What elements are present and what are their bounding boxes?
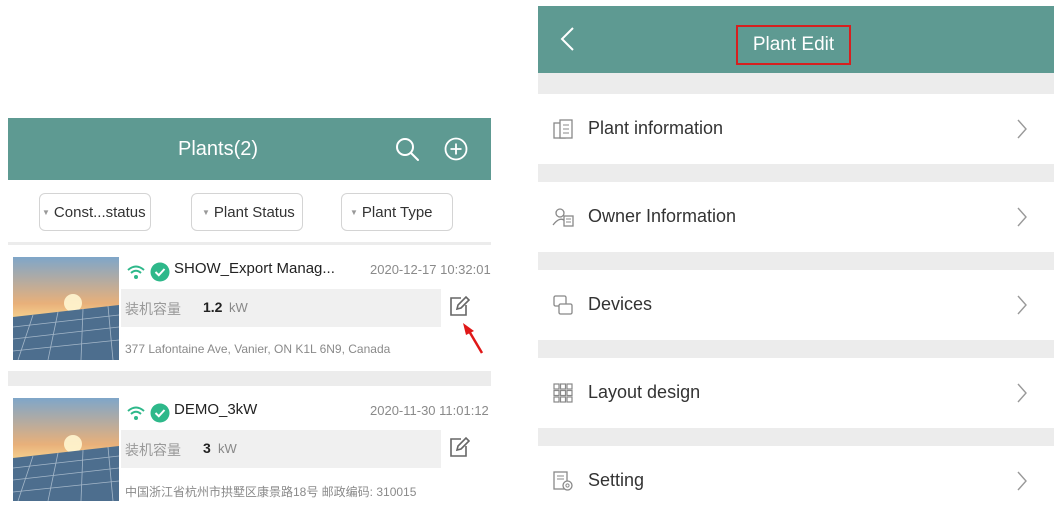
edit-icon[interactable] <box>448 294 471 318</box>
menu-item-label: Setting <box>588 470 645 490</box>
red-arrow-annotation-icon <box>463 323 484 354</box>
plant-type-filter[interactable]: ▼ Plant Type <box>341 193 453 231</box>
menu-item-devices[interactable]: Devices <box>538 270 1054 340</box>
menu-item-label: Devices <box>588 294 653 314</box>
status-icons <box>126 262 170 282</box>
building-icon <box>553 119 573 139</box>
edit-icon[interactable] <box>448 435 471 459</box>
capacity-label: 装机容量 <box>125 301 181 317</box>
filter-bar: ▼ Const...status ▼ Plant Status ▼ Plant Typ… <box>8 180 491 242</box>
plant-card[interactable]: SHOW_Export Manag... 2020-12-17 10:32:01… <box>8 245 491 371</box>
menu-item-plant-information[interactable]: Plant information <box>538 94 1054 164</box>
wifi-icon <box>127 406 145 420</box>
chevron-right-icon <box>1017 383 1027 403</box>
search-icon[interactable] <box>393 135 421 163</box>
menu-item-owner-information[interactable]: Owner Information <box>538 182 1054 252</box>
capacity-row: 装机容量 1.2 kW <box>121 289 441 327</box>
chevron-right-icon <box>1017 207 1027 227</box>
plant-timestamp: 2020-12-17 10:32:01 <box>370 262 491 277</box>
capacity-row: 装机容量 3 kW <box>121 430 441 468</box>
plant-address: 377 Lafontaine Ave, Vanier, ON K1L 6N9, … <box>125 342 391 356</box>
add-plant-icon[interactable] <box>442 135 470 163</box>
check-circle-icon <box>150 262 170 282</box>
settings-doc-icon <box>553 471 573 491</box>
plant-status-filter[interactable]: ▼ Plant Status <box>191 193 303 231</box>
check-circle-icon <box>150 403 170 423</box>
plant-edit-header: Plant Edit <box>538 6 1054 73</box>
plants-header: Plants(2) <box>8 118 491 180</box>
plant-thumbnail <box>13 257 119 360</box>
menu-item-label: Plant information <box>588 118 724 138</box>
dropdown-arrow-icon: ▼ <box>350 207 358 217</box>
capacity-unit: kW <box>218 441 237 456</box>
plants-screen: Plants(2) ▼ Const...status ▼ Plant Status … <box>8 118 491 506</box>
status-icons <box>126 403 170 423</box>
plant-edit-screen: Plant Edit Plant information Owner Infor… <box>538 6 1054 506</box>
capacity-label: 装机容量 <box>125 442 181 458</box>
menu-item-label: Owner Information <box>588 206 737 226</box>
plant-name: SHOW_Export Manag... <box>174 260 335 277</box>
dropdown-arrow-icon: ▼ <box>42 207 50 217</box>
plant-timestamp: 2020-11-30 11:01:12 <box>370 403 489 418</box>
menu-item-setting[interactable]: Setting <box>538 446 1054 506</box>
wifi-icon <box>127 265 145 279</box>
menu-item-layout-design[interactable]: Layout design <box>538 358 1054 428</box>
menu-item-label: Layout design <box>588 382 701 402</box>
construction-status-filter[interactable]: ▼ Const...status <box>39 193 151 231</box>
chevron-left-icon <box>560 27 574 51</box>
chevron-right-icon <box>1017 119 1027 139</box>
dropdown-arrow-icon: ▼ <box>202 207 210 217</box>
chevron-right-icon <box>1017 295 1027 315</box>
back-button[interactable] <box>558 26 578 52</box>
page-title: Plants(2) <box>177 138 259 160</box>
capacity-value: 3 <box>203 440 211 456</box>
person-card-icon <box>552 208 574 227</box>
chevron-right-icon <box>1017 471 1027 491</box>
plant-name: DEMO_3kW <box>174 401 258 418</box>
page-title: Plant Edit <box>736 25 851 65</box>
capacity-value: 1.2 <box>203 299 223 315</box>
plant-thumbnail <box>13 398 119 501</box>
plant-card[interactable]: DEMO_3kW 2020-11-30 11:01:12 装机容量 3 kW 中… <box>8 386 491 506</box>
plant-address: 中国浙江省杭州市拱墅区康景路18号 邮政编码: 310015 <box>125 485 417 499</box>
devices-icon <box>553 295 573 315</box>
capacity-unit: kW <box>229 300 248 315</box>
grid-icon <box>553 383 573 403</box>
